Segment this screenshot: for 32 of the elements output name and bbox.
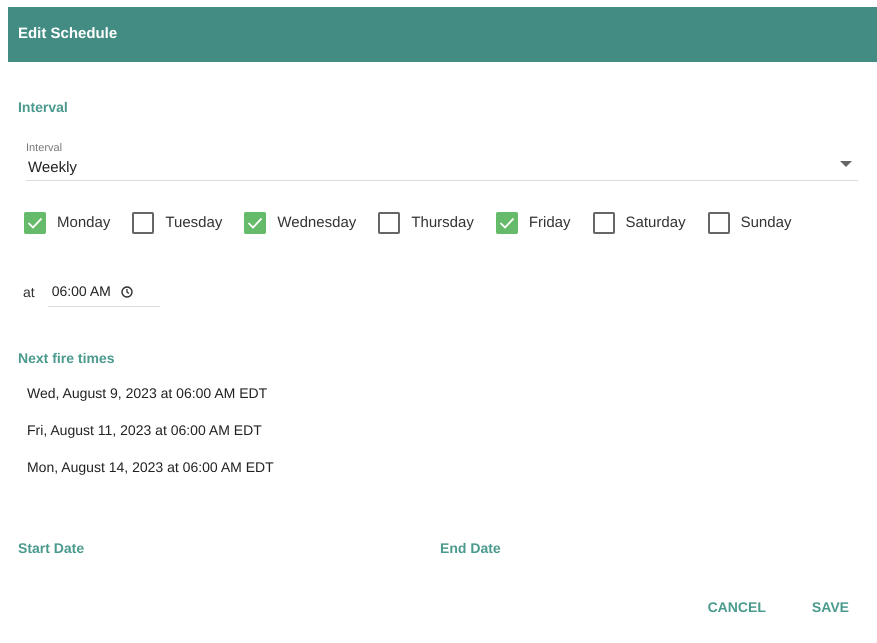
interval-select[interactable]: Interval Weekly <box>26 140 858 181</box>
fire-time: Fri, August 11, 2023 at 06:00 AM EDT <box>27 421 263 440</box>
section-heading: Next fire times <box>18 349 116 367</box>
checkbox[interactable] <box>708 212 730 234</box>
checkbox-label: Friday <box>528 212 571 233</box>
fire-time: Mon, August 14, 2023 at 06:00 AM EDT <box>27 458 275 477</box>
checkbox-label: Saturday <box>626 212 686 233</box>
checkbox-label: Thursday <box>411 212 474 233</box>
checkbox[interactable] <box>24 212 46 234</box>
clock-icon <box>120 286 133 298</box>
fire-time: Wed, August 9, 2023 at 06:00 AM EDT <box>27 384 268 403</box>
dialog-title: Edit Schedule <box>18 24 118 44</box>
checkbox-label: Sunday <box>740 212 792 233</box>
field-label: Interval <box>26 141 64 155</box>
time-prefix: at <box>23 282 35 302</box>
section-heading: Interval <box>18 98 69 116</box>
check-icon <box>247 217 264 229</box>
checkbox[interactable] <box>496 212 518 234</box>
check-icon <box>498 217 515 229</box>
checkbox[interactable] <box>132 212 154 234</box>
checkbox[interactable] <box>244 212 266 234</box>
dropdown-caret-icon <box>840 161 852 167</box>
field-value: Weekly <box>28 158 77 178</box>
time-field[interactable]: 06:00 AM <box>48 277 160 307</box>
check-icon <box>27 217 43 229</box>
checkbox-label: Wednesday <box>277 212 356 233</box>
checkbox-label: Monday <box>57 212 110 233</box>
section-heading: Start Date <box>18 539 86 557</box>
checkbox-label: Tuesday <box>165 212 222 233</box>
checkbox[interactable] <box>378 212 400 234</box>
checkbox[interactable] <box>592 212 615 234</box>
section-heading: End Date <box>440 539 501 557</box>
